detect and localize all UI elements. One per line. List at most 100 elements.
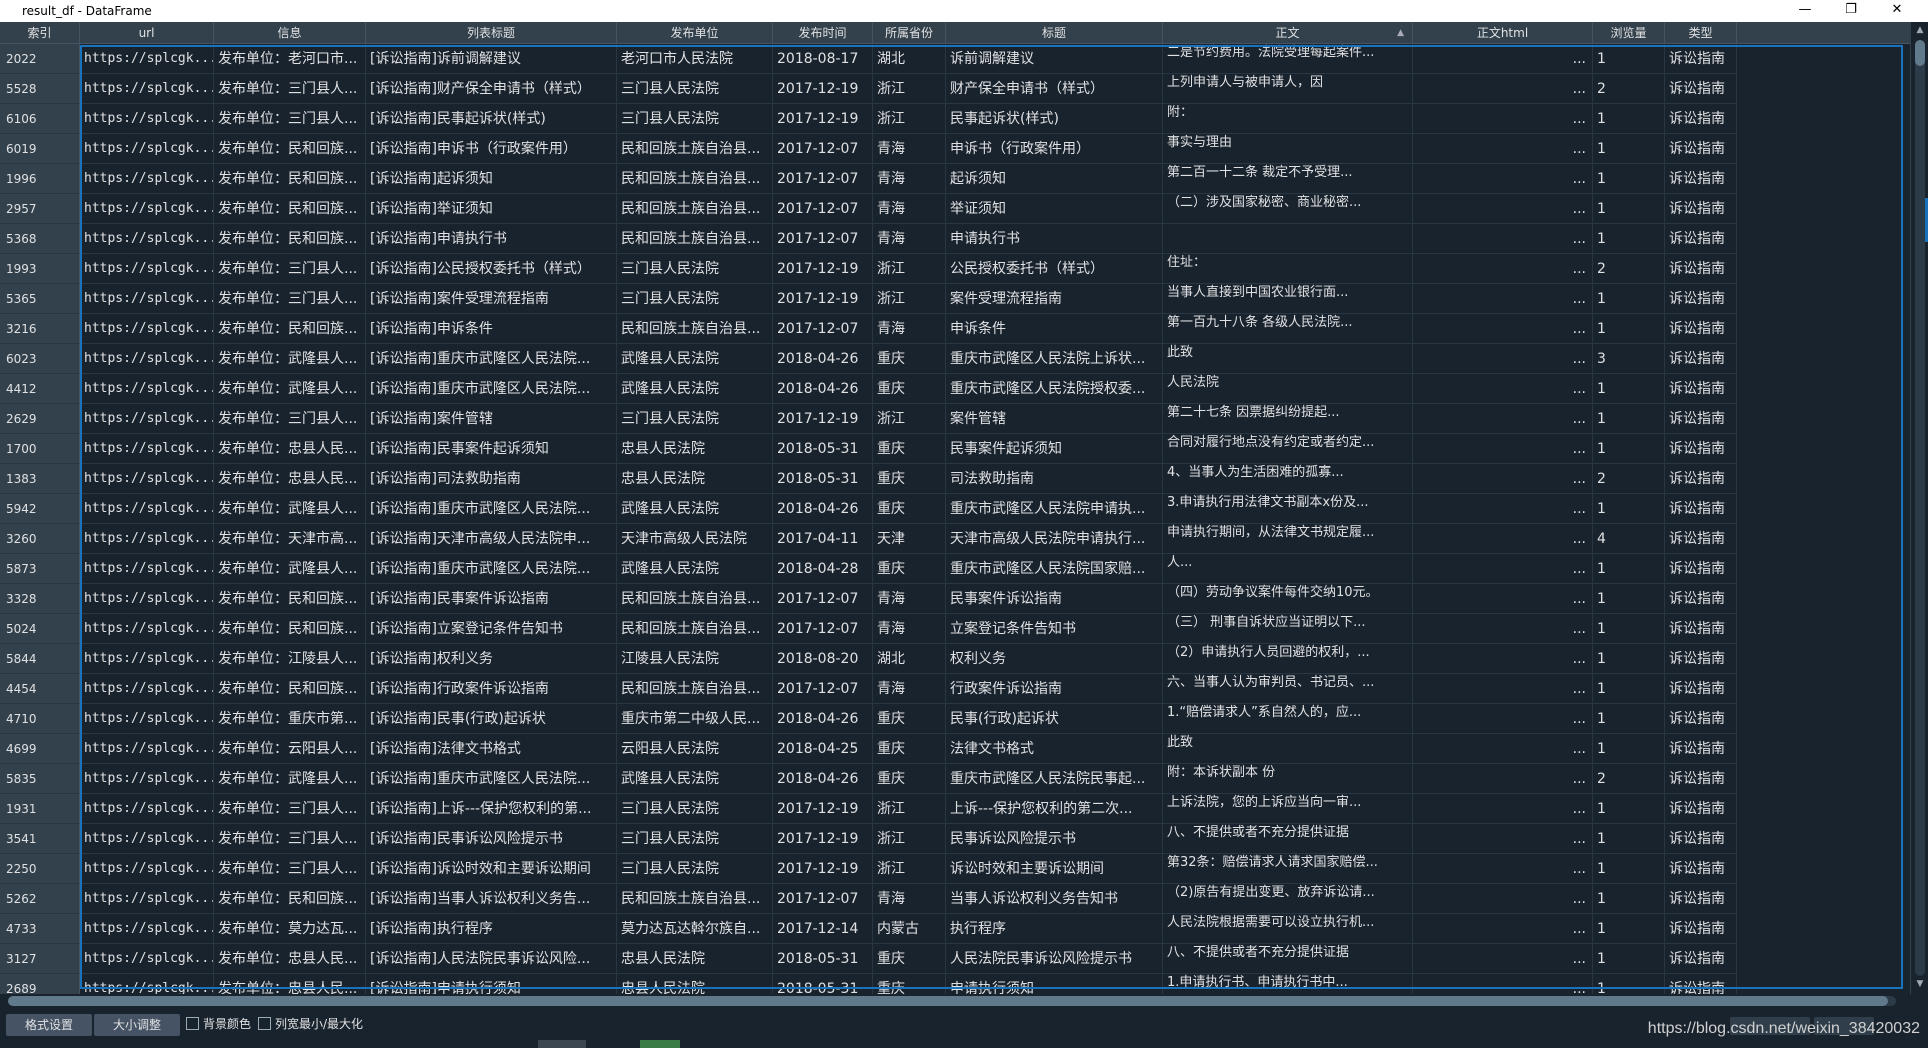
table-cell[interactable]: 2 [1593,254,1665,284]
table-cell[interactable]: 合同对履行地点没有约定或者约定... [1163,434,1413,464]
table-cell[interactable]: 忠县人民法院 [617,434,773,464]
table-cell[interactable]: 八、不提供或者不充分提供证据 [1163,824,1413,854]
table-cell[interactable]: [诉讼指南]人民法院民事诉讼风险... [366,944,617,974]
table-cell[interactable]: 2018-05-31 [773,944,873,974]
column-header[interactable]: url [80,22,214,44]
table-cell[interactable]: https://splcgk... [80,884,214,914]
table-cell[interactable]: 2018-05-31 [773,974,873,994]
table-cell[interactable]: https://splcgk... [80,824,214,854]
table-cell[interactable]: 民事(行政)起诉状 [946,704,1163,734]
table-cell[interactable]: https://splcgk... [80,164,214,194]
table-cell[interactable]: 发布单位：民和回族... [214,884,366,914]
sort-ascending-icon[interactable]: ▲ [1397,22,1404,44]
table-cell[interactable]: https://splcgk... [80,644,214,674]
table-cell[interactable]: （2）申请执行人员回避的权利，... [1163,644,1413,674]
resize-button[interactable]: 大小调整 [94,1014,180,1036]
table-cell[interactable]: 民和回族土族自治县... [617,674,773,704]
table-cell[interactable]: 1 [1593,674,1665,704]
table-cell[interactable]: https://splcgk... [80,314,214,344]
table-cell[interactable]: 案件受理流程指南 [946,284,1163,314]
table-cell[interactable]: 重庆 [873,464,946,494]
table-cell[interactable]: ... [1413,944,1593,974]
table-cell[interactable]: [诉讼指南]财产保全申请书（样式） [366,74,617,104]
table-cell[interactable]: ... [1413,284,1593,314]
table-cell[interactable]: 人民法院根据需要可以设立执行机... [1163,914,1413,944]
table-cell[interactable]: 老河口市人民法院 [617,44,773,74]
table-cell[interactable]: [诉讼指南]天津市高级人民法院申... [366,524,617,554]
table-cell[interactable]: https://splcgk... [80,494,214,524]
table-cell[interactable]: 第32条：赔偿请求人请求国家赔偿... [1163,854,1413,884]
table-cell[interactable]: 发布单位：民和回族... [214,134,366,164]
table-cell[interactable]: 1 [1593,914,1665,944]
table-cell[interactable]: 2017-12-07 [773,164,873,194]
table-cell[interactable]: 三门县人民法院 [617,854,773,884]
table-cell[interactable]: https://splcgk... [80,584,214,614]
column-header[interactable]: 发布时间 [773,22,873,44]
format-settings-button[interactable]: 格式设置 [6,1014,92,1036]
table-cell[interactable]: 诉讼指南 [1665,914,1737,944]
table-cell[interactable]: 诉讼指南 [1665,584,1737,614]
table-cell[interactable]: [诉讼指南]申诉条件 [366,314,617,344]
table-cell[interactable]: 1.“赔偿请求人”系自然人的，应... [1163,704,1413,734]
table-row[interactable]: 3127 https://splcgk... 发布单位：忠县人民... [诉讼指南]人… [0,944,1910,974]
table-cell[interactable]: https://splcgk... [80,764,214,794]
table-cell[interactable]: [诉讼指南]申请执行须知 [366,974,617,994]
table-cell[interactable]: [诉讼指南]重庆市武隆区人民法院... [366,554,617,584]
table-cell[interactable]: ... [1413,374,1593,404]
table-cell[interactable]: 1 [1593,734,1665,764]
table-cell[interactable]: [诉讼指南]举证须知 [366,194,617,224]
table-cell[interactable]: https://splcgk... [80,614,214,644]
table-cell[interactable]: [诉讼指南]当事人诉讼权利义务告... [366,884,617,914]
table-cell[interactable]: 民事案件起诉须知 [946,434,1163,464]
horizontal-scrollbar[interactable] [0,994,1910,1008]
table-row[interactable]: 5528 https://splcgk... 发布单位：三门县人... [诉讼指南]财… [0,74,1910,104]
table-cell[interactable]: [诉讼指南]民事诉讼风险提示书 [366,824,617,854]
horizontal-scroll-thumb[interactable] [8,996,1888,1006]
table-cell[interactable]: [诉讼指南]案件受理流程指南 [366,284,617,314]
table-cell[interactable]: 诉讼指南 [1665,434,1737,464]
table-cell[interactable]: 青海 [873,314,946,344]
table-row[interactable]: 4733 https://splcgk... 发布单位：莫力达瓦... [诉讼指南]执… [0,914,1910,944]
table-cell[interactable]: 发布单位：民和回族... [214,224,366,254]
table-cell[interactable]: 重庆市武隆区人民法院民事起... [946,764,1163,794]
column-header[interactable]: 所属省份 [873,22,946,44]
table-cell[interactable]: 1 [1593,194,1665,224]
table-cell[interactable]: ... [1413,734,1593,764]
table-cell[interactable]: 申诉书（行政案件用） [946,134,1163,164]
table-cell[interactable]: ... [1413,434,1593,464]
close-button[interactable]: ✕ [1874,0,1920,22]
table-cell[interactable]: 三门县人民法院 [617,104,773,134]
table-row[interactable]: 6023 https://splcgk... 发布单位：武隆县人... [诉讼指南]重… [0,344,1910,374]
table-cell[interactable]: ... [1413,224,1593,254]
table-row[interactable]: 2250 https://splcgk... 发布单位：三门县人... [诉讼指南]诉… [0,854,1910,884]
table-row[interactable]: 4454 https://splcgk... 发布单位：民和回族... [诉讼指南]行… [0,674,1910,704]
table-cell[interactable]: ... [1413,584,1593,614]
table-cell[interactable]: 忠县人民法院 [617,944,773,974]
table-cell[interactable]: 诉前调解建议 [946,44,1163,74]
table-cell[interactable]: 重庆 [873,374,946,404]
table-cell[interactable]: 2018-05-31 [773,434,873,464]
vertical-scrollbar[interactable]: ▲ ▼ [1910,22,1928,994]
table-cell[interactable]: 上列申请人与被申请人，因 [1163,74,1413,104]
table-cell[interactable]: 2 [1593,464,1665,494]
table-cell[interactable]: https://splcgk... [80,734,214,764]
table-row[interactable]: 1931 https://splcgk... 发布单位：三门县人... [诉讼指南]上… [0,794,1910,824]
table-row[interactable]: 5262 https://splcgk... 发布单位：民和回族... [诉讼指南]当… [0,884,1910,914]
table-cell[interactable]: https://splcgk... [80,674,214,704]
table-row[interactable]: 5024 https://splcgk... 发布单位：民和回族... [诉讼指南]立… [0,614,1910,644]
table-cell[interactable]: 1 [1593,584,1665,614]
table-cell[interactable]: 2017-04-11 [773,524,873,554]
table-cell[interactable]: 人... [1163,554,1413,584]
table-cell[interactable]: [诉讼指南]案件管辖 [366,404,617,434]
table-cell[interactable]: 2018-04-26 [773,764,873,794]
table-row[interactable]: 5365 https://splcgk... 发布单位：三门县人... [诉讼指南]案… [0,284,1910,314]
table-cell[interactable]: 1 [1593,494,1665,524]
table-cell[interactable]: 2017-12-07 [773,584,873,614]
table-cell[interactable]: 发布单位：天津市高... [214,524,366,554]
table-row[interactable]: 5368 https://splcgk... 发布单位：民和回族... [诉讼指南]申… [0,224,1910,254]
table-cell[interactable]: [诉讼指南]申诉书（行政案件用） [366,134,617,164]
table-cell[interactable]: 重庆 [873,764,946,794]
table-row[interactable]: 1993 https://splcgk... 发布单位：三门县人... [诉讼指南]公… [0,254,1910,284]
table-cell[interactable]: 1 [1593,44,1665,74]
table-cell[interactable]: 发布单位：三门县人... [214,794,366,824]
